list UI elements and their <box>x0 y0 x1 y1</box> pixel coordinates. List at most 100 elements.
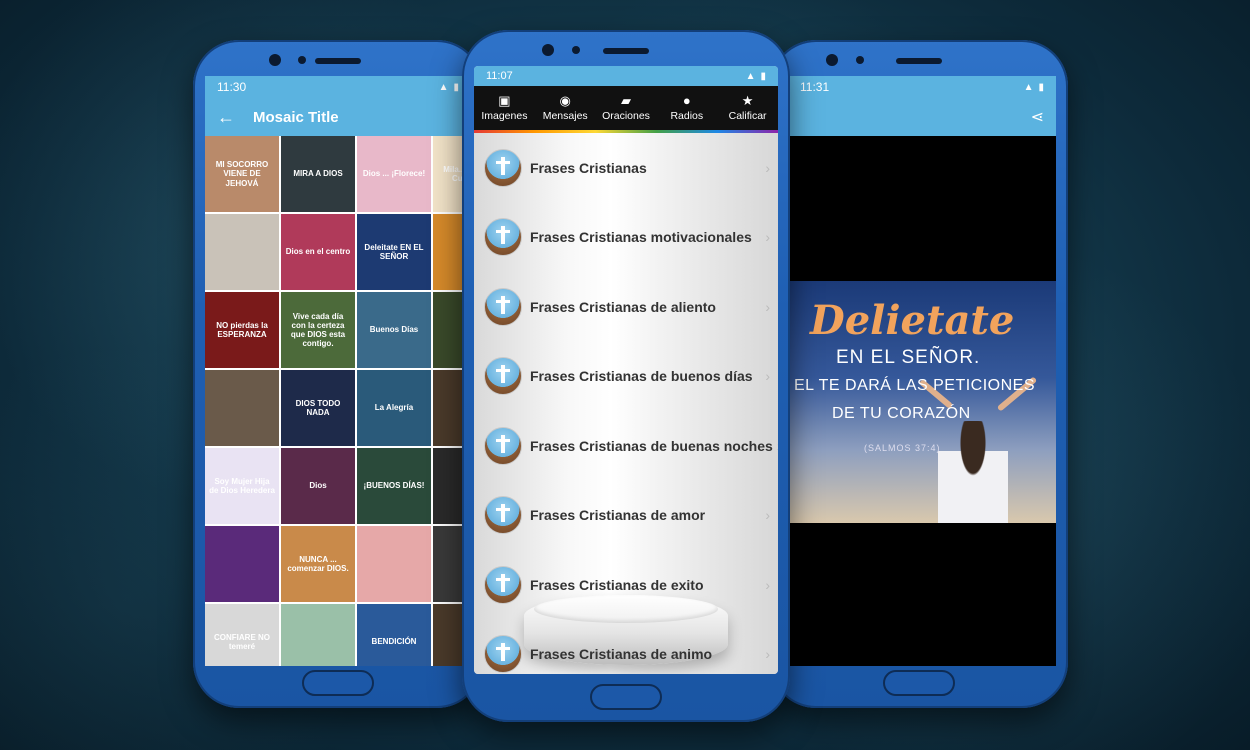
mosaic-tile[interactable]: DIOS TODO NADA <box>281 370 355 446</box>
wifi-icon: ▲ <box>1023 81 1034 93</box>
front-camera <box>542 44 554 56</box>
fullscreen-image: Delietate EN EL SEÑOR. EL TE DARÁ LAS PE… <box>788 281 1056 523</box>
mosaic-tile[interactable]: BENDICIÓN <box>357 604 431 666</box>
battery-icon: ▮ <box>760 70 766 82</box>
list-item[interactable]: Frases Cristianas de animo › <box>474 620 778 675</box>
mosaic-tile[interactable]: Dios ... ¡Florece! <box>357 136 431 212</box>
mosaic-tile[interactable] <box>205 214 279 290</box>
tile-caption: NO pierdas la ESPERANZA <box>216 320 268 339</box>
sensor <box>856 56 864 64</box>
speaker <box>896 58 942 64</box>
app-bar: ⋖ <box>788 98 1056 136</box>
chevron-right-icon: › <box>765 298 770 315</box>
battery-icon: ▮ <box>1038 81 1044 93</box>
mosaic-tile[interactable]: NUNCA ... comenzar DIOS. <box>281 526 355 602</box>
tab-imagenes[interactable]: ▣ Imagenes <box>474 86 535 130</box>
tile-caption: Dios ... ¡Florece! <box>362 169 426 179</box>
tab-mensajes[interactable]: ◉ Mensajes <box>535 86 596 130</box>
image-line2: EL TE DARÁ LAS PETICIONES <box>794 377 1036 394</box>
mosaic-tile[interactable]: NO pierdas la ESPERANZA <box>205 292 279 368</box>
wifi-icon: ▲ <box>438 81 449 93</box>
list-item-label: Frases Cristianas de exito <box>530 576 704 593</box>
tile-caption: Soy Mujer Hija de Dios Heredera <box>209 476 275 495</box>
chevron-right-icon: › <box>765 229 770 246</box>
mosaic-tile[interactable]: Soy Mujer Hija de Dios Heredera <box>205 448 279 524</box>
chevron-right-icon: › <box>777 438 778 454</box>
tile-caption: Dios <box>309 481 327 491</box>
image-icon: ▣ <box>498 93 511 108</box>
speaker <box>603 48 649 54</box>
mosaic-tile[interactable] <box>357 526 431 602</box>
cross-icon <box>484 635 522 674</box>
mosaic-tile[interactable]: Dios <box>281 448 355 524</box>
tile-caption: CONFIARE NO temeré <box>214 632 270 651</box>
mosaic-tile[interactable] <box>205 526 279 602</box>
mosaic-tile[interactable]: CONFIARE NO temeré <box>205 604 279 666</box>
star-icon: ★ <box>741 93 754 108</box>
home-button[interactable] <box>590 684 662 710</box>
image-line1: EN EL SEÑOR. <box>836 347 981 368</box>
chevron-right-icon: › <box>765 368 770 385</box>
mosaic-tile[interactable]: Dios en el centro <box>281 214 355 290</box>
arrow-left-icon[interactable]: ← <box>217 107 235 128</box>
mosaic-tile[interactable]: MIRA A DIOS <box>281 136 355 212</box>
status-bar: 11:30 ▲ ▮ <box>205 76 471 98</box>
tile-caption: Buenos Días <box>369 325 419 335</box>
tab-bar: ▣ Imagenes ◉ Mensajes ▰ Oraciones ● Radi… <box>474 86 778 130</box>
cross-icon <box>484 218 522 257</box>
list-item[interactable]: Frases Cristianas de buenos días › <box>474 342 778 412</box>
category-list: Frases Cristianas › Frases Cristianas moti… <box>474 133 778 674</box>
mosaic-tile[interactable]: Vive cada día con la certeza que DIOS es… <box>281 292 355 368</box>
list-item-label: Frases Cristianas de aliento <box>530 298 716 315</box>
status-bar: 11:31 ▲ ▮ <box>788 76 1056 98</box>
chevron-right-icon: › <box>765 507 770 524</box>
list-item-label: Frases Cristianas de animo <box>530 646 713 663</box>
mosaic-tile[interactable] <box>281 604 355 666</box>
list-item[interactable]: Frases Cristianas motivacionales › <box>474 203 778 273</box>
sensor <box>298 56 306 64</box>
tile-caption: MI SOCORRO VIENE DE JEHOVÁ <box>215 160 269 188</box>
mosaic-tile[interactable] <box>205 370 279 446</box>
tile-caption: DIOS TODO NADA <box>295 398 341 417</box>
book-icon: ▰ <box>620 93 631 108</box>
tab-calificar[interactable]: ★ Calificar <box>717 86 778 130</box>
tab-radios[interactable]: ● Radios <box>656 86 717 130</box>
home-button[interactable] <box>302 670 374 696</box>
chevron-right-icon: › <box>765 576 770 593</box>
share-icon[interactable]: ⋖ <box>1031 107 1044 127</box>
list-item-label: Frases Cristianas de amor <box>530 507 706 524</box>
list-item[interactable]: Frases Cristianas de buenas noches› <box>474 411 778 481</box>
tile-caption: Dios en el centro <box>285 247 351 257</box>
mosaic-tile[interactable]: ¡BUENOS DÍAS! <box>357 448 431 524</box>
mosaic-tile[interactable]: MI SOCORRO VIENE DE JEHOVÁ <box>205 136 279 212</box>
status-bar: 11:07 ▲ ▮ <box>474 66 778 86</box>
home-button[interactable] <box>883 670 955 696</box>
chat-icon: ◉ <box>559 93 571 108</box>
tile-caption: BENDICIÓN <box>371 637 417 647</box>
tile-caption: Deleitate EN EL SEÑOR <box>364 242 424 261</box>
list-item[interactable]: Frases Cristianas de aliento › <box>474 272 778 342</box>
mosaic-tile[interactable]: Deleitate EN EL SEÑOR <box>357 214 431 290</box>
list-item[interactable]: Frases Cristianas › <box>474 133 778 203</box>
list-item-label: Frases Cristianas de buenas noches <box>530 437 773 454</box>
status-time: 11:30 <box>217 80 247 94</box>
list-item-label: Frases Cristianas motivacionales <box>530 229 752 246</box>
status-time: 11:07 <box>486 70 513 82</box>
front-camera <box>269 54 281 66</box>
front-camera <box>826 54 838 66</box>
chevron-right-icon: › <box>765 646 770 663</box>
chevron-right-icon: › <box>765 159 770 176</box>
image-title: Delietate <box>810 297 1015 344</box>
mosaic-grid: MI SOCORRO VIENE DE JEHOVÁ MIRA A DIOS Dio… <box>205 136 471 666</box>
mosaic-tile[interactable]: La Alegría <box>357 370 431 446</box>
list-item[interactable]: Frases Cristianas de exito › <box>474 550 778 620</box>
image-line3: DE TU CORAZÓN <box>832 405 971 422</box>
tile-caption: MIRA A DIOS <box>293 169 343 179</box>
page-title: Mosaic Title <box>253 108 339 126</box>
tile-caption: La Alegría <box>374 403 414 413</box>
list-item[interactable]: Frases Cristianas de amor › <box>474 481 778 551</box>
tab-oraciones[interactable]: ▰ Oraciones <box>596 86 657 130</box>
mosaic-tile[interactable]: Buenos Días <box>357 292 431 368</box>
phone-middle: 11:07 ▲ ▮ ▣ Imagenes ◉ Mensajes ▰ Oracion… <box>462 30 790 722</box>
wifi-icon: ▲ <box>745 70 756 82</box>
